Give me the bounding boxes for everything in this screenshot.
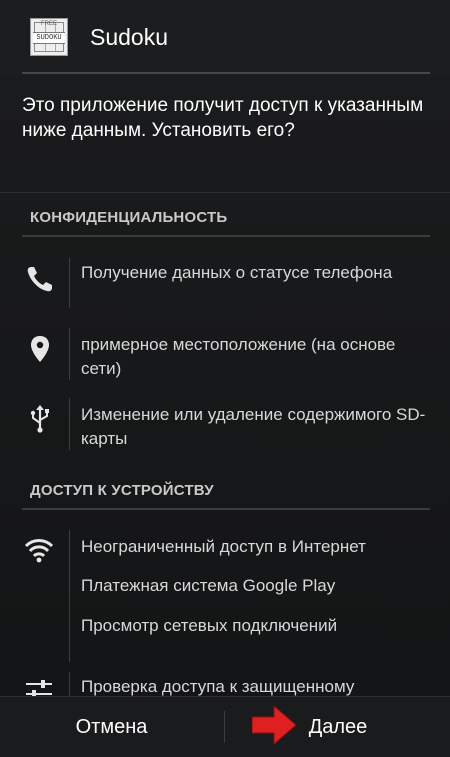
section-divider-privacy	[22, 235, 430, 237]
header-divider	[22, 72, 430, 74]
permission-phone-status[interactable]: Получение данных о статусе телефона	[81, 261, 431, 285]
permission-google-play-billing[interactable]: Платежная система Google Play	[81, 574, 431, 598]
app-icon-label: SUDOKU	[33, 32, 65, 44]
bottom-button-bar: Отмена Далее	[0, 696, 450, 757]
wifi-icon	[24, 539, 54, 563]
red-arrow-icon	[252, 706, 296, 744]
phone-icon	[27, 267, 52, 292]
permission-sd-card[interactable]: Изменение или удаление содержимого SD-ка…	[81, 403, 431, 451]
location-pin-icon	[31, 336, 49, 362]
install-prompt-text: Это приложение получит доступ к указанны…	[22, 95, 424, 141]
content-divider	[0, 192, 450, 193]
item-divider	[69, 530, 70, 662]
install-permissions-screen: FREE SUDOKU Sudoku Это приложение получи…	[0, 0, 450, 757]
section-divider-device-access	[22, 508, 430, 510]
app-icon-badge: FREE	[40, 21, 57, 27]
permission-internet[interactable]: Неограниченный доступ в Интернет	[81, 535, 431, 559]
item-divider	[69, 258, 70, 308]
app-title: Sudoku	[90, 24, 169, 50]
section-title-privacy: КОНФИДЕНЦИАЛЬНОСТЬ	[30, 209, 228, 226]
permission-network-state[interactable]: Просмотр сетевых подключений	[81, 614, 431, 638]
permission-approx-location[interactable]: примерное местоположение (на основе сети…	[81, 333, 431, 381]
app-header: FREE SUDOKU Sudoku	[0, 0, 450, 76]
usb-icon	[30, 405, 49, 433]
item-divider	[69, 328, 70, 380]
sudoku-app-icon: FREE SUDOKU	[30, 18, 68, 56]
cancel-button[interactable]: Отмена	[0, 697, 223, 757]
section-title-device-access: ДОСТУП К УСТРОЙСТВУ	[30, 482, 214, 499]
item-divider	[69, 398, 70, 450]
item-divider	[69, 672, 70, 696]
button-divider	[224, 711, 225, 743]
